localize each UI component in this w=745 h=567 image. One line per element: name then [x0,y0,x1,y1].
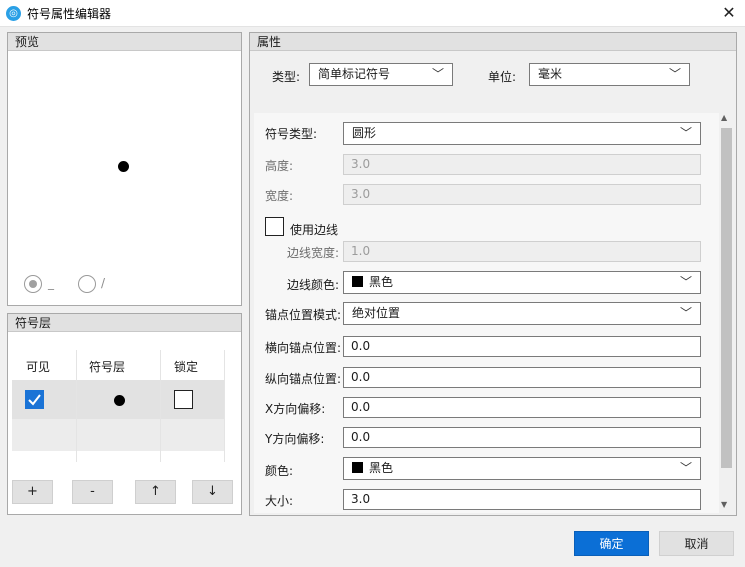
chevron-down-icon: ﹀ [679,126,692,140]
use-border-checkbox[interactable] [265,217,284,236]
chevron-down-icon: ﹀ [679,306,692,320]
radio-underscore-label: _ [48,276,54,290]
color-swatch [352,462,363,473]
v-anchor-field[interactable]: 0.0 [343,367,701,388]
border-color-dropdown[interactable]: 黑色 ﹀ [343,271,701,294]
use-border-label: 使用边线 [290,223,339,237]
preview-header: 预览 [8,33,241,51]
properties-header: 属性 [250,33,736,51]
unit-value: 毫米 [538,67,563,81]
size-field[interactable]: 3.0 [343,489,701,510]
title-bar [0,0,745,27]
symbol-type-value: 圆形 [352,126,377,140]
chevron-down-icon: ﹀ [431,67,444,81]
size-label: 大小: [265,494,294,508]
column-divider [224,350,225,462]
border-color-label: 边线颜色: [287,278,340,292]
type-value: 简单标记符号 [318,67,391,81]
x-offset-label: X方向偏移: [265,402,326,416]
anchor-mode-label: 锚点位置模式: [265,308,342,322]
close-icon[interactable]: ✕ [718,3,740,23]
width-field: 3.0 [343,184,701,205]
anchor-mode-dropdown[interactable]: 绝对位置 ﹀ [343,302,701,325]
checkmark-icon [28,394,41,406]
radio-slash-label: / [101,276,106,290]
table-row-empty [12,419,225,451]
unit-dropdown[interactable]: 毫米 ﹀ [529,63,690,86]
chevron-down-icon: ﹀ [679,275,692,289]
border-width-field: 1.0 [343,241,701,262]
x-offset-field[interactable]: 0.0 [343,397,701,418]
window-title: 符号属性编辑器 [27,7,112,21]
preview-symbol [118,161,129,172]
color-swatch [352,276,363,287]
column-divider [76,350,77,462]
width-label: 宽度: [265,189,294,203]
layers-header: 符号层 [8,314,241,332]
add-layer-button[interactable]: + [12,480,53,504]
layer-symbol-icon [114,395,125,406]
h-anchor-label: 横向锚点位置: [265,341,342,355]
scrollbar-thumb[interactable] [721,128,732,468]
column-divider [160,350,161,462]
ok-button[interactable]: 确定 [574,531,649,556]
column-lock: 锁定 [174,360,199,374]
border-width-label: 边线宽度: [287,246,340,260]
cancel-button[interactable]: 取消 [659,531,734,556]
scroll-down-icon[interactable]: ▼ [721,500,727,509]
anchor-mode-value: 绝对位置 [352,306,401,320]
h-anchor-field[interactable]: 0.0 [343,336,701,357]
scroll-up-icon[interactable]: ▲ [721,113,727,122]
app-icon: ◎ [6,6,21,21]
radio-underscore[interactable] [24,275,42,293]
remove-layer-button[interactable]: - [72,480,113,504]
color-dropdown[interactable]: 黑色 ﹀ [343,457,701,480]
symbol-type-label: 符号类型: [265,127,318,141]
column-visible: 可见 [26,360,51,374]
color-label: 颜色: [265,464,294,478]
type-label: 类型: [272,70,301,84]
v-anchor-label: 纵向锚点位置: [265,372,342,386]
type-dropdown[interactable]: 简单标记符号 ﹀ [309,63,453,86]
unit-label: 单位: [488,70,517,84]
height-label: 高度: [265,159,294,173]
symbol-type-dropdown[interactable]: 圆形 ﹀ [343,122,701,145]
lock-checkbox[interactable] [174,390,193,409]
radio-slash[interactable] [78,275,96,293]
height-field: 3.0 [343,154,701,175]
chevron-down-icon: ﹀ [679,461,692,475]
visible-checkbox[interactable] [25,390,44,409]
chevron-down-icon: ﹀ [668,67,681,81]
border-color-value: 黑色 [369,275,394,289]
move-up-button[interactable]: ↑ [135,480,176,504]
column-layer: 符号层 [89,360,126,374]
y-offset-label: Y方向偏移: [265,432,325,446]
y-offset-field[interactable]: 0.0 [343,427,701,448]
move-down-button[interactable]: ↓ [192,480,233,504]
color-value: 黑色 [369,461,394,475]
